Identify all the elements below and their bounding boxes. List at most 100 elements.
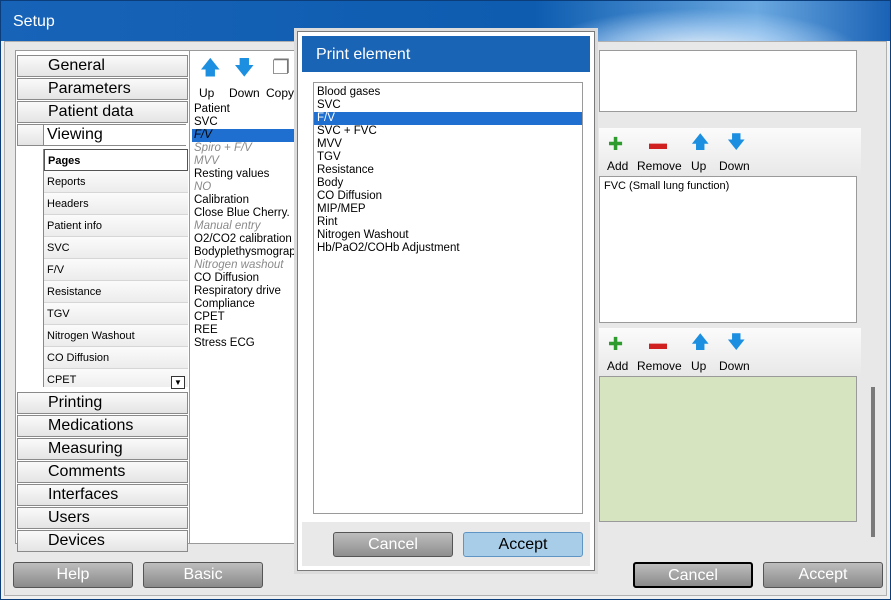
up-arrow-icon[interactable]: 🡅 [691,133,710,151]
setup-window: Setup General Parameters Patient data Vi… [0,0,891,600]
category-users[interactable]: Users [17,507,188,529]
copy-label[interactable]: Copy [266,86,294,100]
page-list-item[interactable]: F/V [192,129,298,142]
cancel-button[interactable]: Cancel [633,562,753,588]
print-element-dialog: Print element Blood gases SVC F/V SVC + FVC… [297,31,595,571]
print-element-item[interactable]: TGV [314,151,582,164]
dialog-title: Print element [302,36,590,72]
page-list-item[interactable]: Spiro + F/V [192,142,298,155]
print-element-item[interactable]: F/V [314,112,582,125]
page-list-item[interactable]: NO [192,181,298,194]
print-element-item[interactable]: CO Diffusion [314,190,582,203]
add-icon[interactable]: ✚ [608,335,623,353]
down-label[interactable]: Down [719,159,750,173]
accept-button[interactable]: Accept [763,562,883,588]
down-arrow-icon[interactable]: 🡇 [234,58,255,78]
element-item[interactable]: FVC (Small lung function) [604,180,852,192]
page-list-item[interactable]: Patient [192,103,298,116]
page-list-item[interactable]: SVC [192,116,298,129]
title-decoration [570,1,890,41]
subitem-reports[interactable]: Reports [44,171,188,193]
print-element-item[interactable]: MVV [314,138,582,151]
category-general[interactable]: General [17,55,188,77]
print-element-item[interactable]: Blood gases [314,86,582,99]
right-scrollbar[interactable] [871,387,875,537]
page-list-item[interactable]: Calibration [192,194,298,207]
subitem-fv[interactable]: F/V [44,259,188,281]
subitem-co-diffusion[interactable]: CO Diffusion [44,347,188,369]
subitem-cpet[interactable]: CPET [44,369,188,387]
subitem-headers[interactable]: Headers [44,193,188,215]
page-list-item[interactable]: REE [192,324,298,337]
category-panel: General Parameters Patient data Viewing … [15,50,190,552]
elements-list[interactable]: FVC (Small lung function) [599,176,857,323]
pages-panel: 🡅 🡇 ❐ Up Down Copy Patient SVC F/V Spiro + … [189,50,299,544]
add-icon[interactable]: ✚ [608,135,623,153]
print-element-item[interactable]: Rint [314,216,582,229]
add-label[interactable]: Add [607,159,628,173]
subitem-pages[interactable]: Pages [44,149,188,171]
subitem-patient-info[interactable]: Patient info [44,215,188,237]
page-list-item[interactable]: Close Blue Cherry. [192,207,298,220]
up-label[interactable]: Up [199,86,214,100]
help-button[interactable]: Help [13,562,133,588]
secondary-list[interactable] [599,376,857,522]
print-element-item[interactable]: SVC + FVC [314,125,582,138]
up-arrow-icon[interactable]: 🡅 [691,333,710,351]
category-devices[interactable]: Devices [17,530,188,552]
page-list-item[interactable]: CO Diffusion [192,272,298,285]
remove-label[interactable]: Remove [637,359,682,373]
secondary-toolbar: ✚ ▬ 🡅 🡇 Add Remove Up Down [599,328,861,376]
up-label[interactable]: Up [691,159,706,173]
category-comments[interactable]: Comments [17,461,188,483]
up-label[interactable]: Up [691,359,706,373]
remove-label[interactable]: Remove [637,159,682,173]
scroll-down-arrow-icon[interactable]: ▼ [171,376,185,389]
page-list-item[interactable]: Respiratory drive [192,285,298,298]
category-parameters[interactable]: Parameters [17,78,188,100]
category-printing[interactable]: Printing [17,392,188,414]
basic-button[interactable]: Basic [143,562,263,588]
up-arrow-icon[interactable]: 🡅 [200,58,221,78]
subitem-tgv[interactable]: TGV [44,303,188,325]
print-element-list: Blood gases SVC F/V SVC + FVC MVV TGV Resistan… [313,82,583,514]
add-label[interactable]: Add [607,359,628,373]
subitem-svc[interactable]: SVC [44,237,188,259]
print-element-item[interactable]: Body [314,177,582,190]
page-list-item[interactable]: CPET [192,311,298,324]
print-element-item[interactable]: SVC [314,99,582,112]
page-list-item[interactable]: Stress ECG [192,337,298,350]
dialog-accept-button[interactable]: Accept [463,532,583,557]
category-patient-data[interactable]: Patient data [17,101,188,123]
page-list-item[interactable]: Bodyplethysmograph [192,246,298,259]
down-arrow-icon[interactable]: 🡇 [727,133,746,151]
subitem-nitrogen-washout[interactable]: Nitrogen Washout [44,325,188,347]
category-viewing[interactable]: Viewing [43,124,186,146]
remove-icon[interactable]: ▬ [649,334,667,352]
subitem-resistance[interactable]: Resistance [44,281,188,303]
category-medications[interactable]: Medications [17,415,188,437]
down-arrow-icon[interactable]: 🡇 [727,333,746,351]
print-element-item[interactable]: Resistance [314,164,582,177]
elements-toolbar: ✚ ▬ 🡅 🡇 Add Remove Up Down [599,128,861,176]
pages-list: Patient SVC F/V Spiro + F/V MVV Resting value… [192,103,298,350]
page-list-item[interactable]: Nitrogen washout [192,259,298,272]
page-list-item[interactable]: Manual entry [192,220,298,233]
down-label[interactable]: Down [229,86,260,100]
page-list-item[interactable]: Compliance [192,298,298,311]
category-measuring[interactable]: Measuring [17,438,188,460]
page-list-item[interactable]: O2/CO2 calibration [192,233,298,246]
page-list-item[interactable]: MVV [192,155,298,168]
dialog-footer: Cancel Accept [302,522,590,566]
print-element-item[interactable]: MIP/MEP [314,203,582,216]
print-element-item[interactable]: Hb/PaO2/COHb Adjustment [314,242,582,255]
down-label[interactable]: Down [719,359,750,373]
page-list-item[interactable]: Resting values [192,168,298,181]
category-interfaces[interactable]: Interfaces [17,484,188,506]
remove-icon[interactable]: ▬ [649,134,667,152]
category-viewing-tab[interactable] [17,124,44,146]
print-element-item[interactable]: Nitrogen Washout [314,229,582,242]
copy-icon[interactable]: ❐ [272,58,290,78]
viewing-subitems: Pages Reports Headers Patient info SVC F… [43,149,188,387]
dialog-cancel-button[interactable]: Cancel [333,532,453,557]
